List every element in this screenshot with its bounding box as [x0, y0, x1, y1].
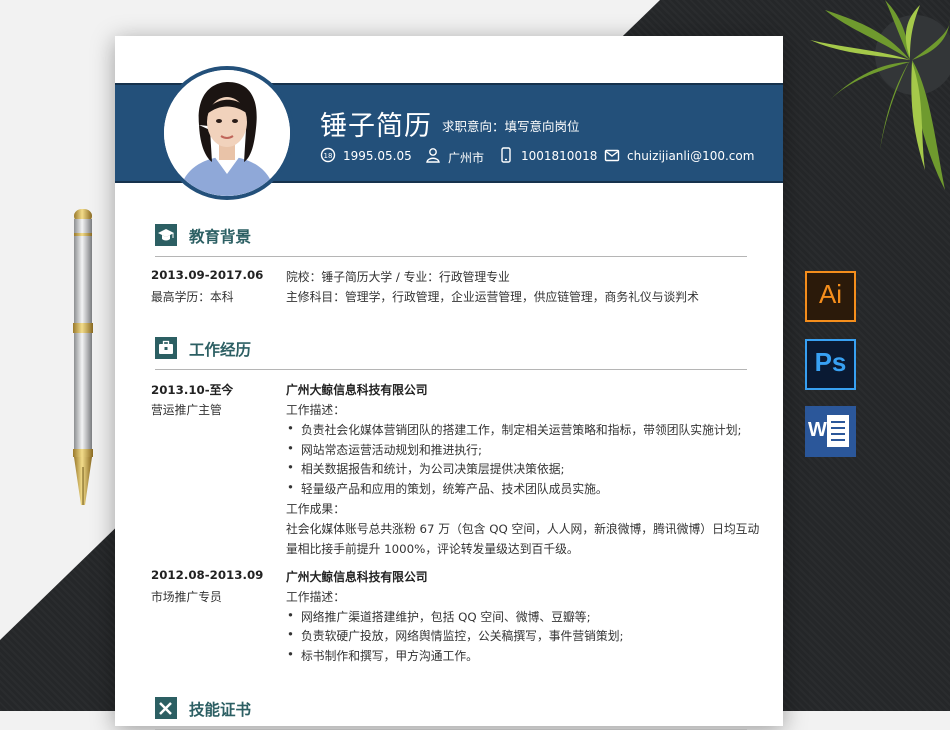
birthday-icon: 18 — [320, 147, 336, 163]
profile-photo — [160, 66, 294, 200]
job-result-line: 量相比接手前提升 1000%，评论转发量级达到百千级。 — [286, 542, 579, 556]
illustrator-icon-label: Ai — [818, 279, 843, 309]
job-period: 2012.08-2013.09 — [151, 568, 264, 582]
job-period: 2013.10-至今 — [151, 383, 234, 397]
education-section-header: 教育背景 — [155, 220, 747, 257]
email-address: chuizijianli@100.com — [627, 149, 755, 163]
job-company: 广州大鲸信息科技有限公司 — [286, 383, 428, 397]
photoshop-icon: Ps — [805, 339, 856, 390]
work-title: 工作经历 — [189, 341, 252, 359]
tools-icon — [155, 697, 177, 719]
job-bullet: 网站常态运营活动规划和推进执行; — [287, 441, 482, 458]
education-title: 教育背景 — [189, 228, 252, 246]
illustrator-icon: Ai — [805, 271, 856, 322]
skills-title: 技能证书 — [189, 701, 252, 719]
briefcase-icon — [155, 337, 177, 359]
birth-date: 1995.05.05 — [343, 149, 412, 163]
job-desc-label: 工作描述： — [286, 590, 345, 604]
plant-decoration — [810, 0, 950, 190]
education-courses: 主修科目：管理学，行政管理，企业运营管理，供应链管理，商务礼仪与谈判术 — [286, 290, 699, 304]
city: 广州市 — [448, 151, 485, 165]
job-desc-label: 工作描述： — [286, 403, 345, 417]
education-school: 院校：锤子简历大学 / 专业：行政管理专业 — [286, 270, 510, 284]
education-degree: 最高学历：本科 — [151, 290, 234, 304]
person-icon — [426, 148, 440, 163]
word-icon-label: W — [808, 419, 827, 441]
skills-section-header: 技能证书 — [155, 693, 747, 730]
job-position: 营运推广主管 — [151, 403, 222, 417]
job-bullet: 相关数据报告和统计，为公司决策层提供决策依据; — [287, 460, 564, 477]
email-icon — [604, 149, 620, 162]
work-section-header: 工作经历 — [155, 333, 747, 370]
svg-text:18: 18 — [324, 152, 333, 160]
phone-icon — [501, 147, 511, 163]
job-position: 市场推广专员 — [151, 590, 222, 604]
graduation-cap-icon — [155, 224, 177, 246]
pen-decoration — [73, 209, 93, 505]
job-bullet: 负责软硬广投放，网络舆情监控，公关稿撰写，事件营销策划; — [287, 627, 623, 644]
job-company: 广州大鲸信息科技有限公司 — [286, 570, 428, 584]
job-bullet: 负责社会化媒体营销团队的搭建工作，制定相关运营策略和指标，带领团队实施计划; — [287, 421, 741, 438]
job-bullet: 轻量级产品和应用的策划，统筹产品、技术团队成员实施。 — [287, 480, 608, 497]
word-icon: W — [805, 406, 856, 457]
job-bullet: 标书制作和撰写，甲方沟通工作。 — [287, 647, 478, 664]
education-period: 2013.09-2017.06 — [151, 268, 264, 282]
resume-page: 锤子简历 求职意向：填写意向岗位 18 1995.05.05 广州市 10018… — [115, 36, 783, 730]
job-intent: 求职意向：填写意向岗位 — [442, 119, 580, 134]
photoshop-icon-label: Ps — [814, 347, 847, 377]
resume-name: 锤子简历 — [320, 111, 432, 142]
phone-number: 1001810018 — [521, 149, 598, 163]
job-result-label: 工作成果： — [286, 502, 345, 516]
job-bullet: 网络推广渠道搭建维护，包括 QQ 空间、微博、豆瓣等; — [287, 608, 591, 625]
job-result-line: 社会化媒体账号总共涨粉 67 万（包含 QQ 空间，人人网，新浪微博，腾讯微博）… — [286, 522, 760, 536]
